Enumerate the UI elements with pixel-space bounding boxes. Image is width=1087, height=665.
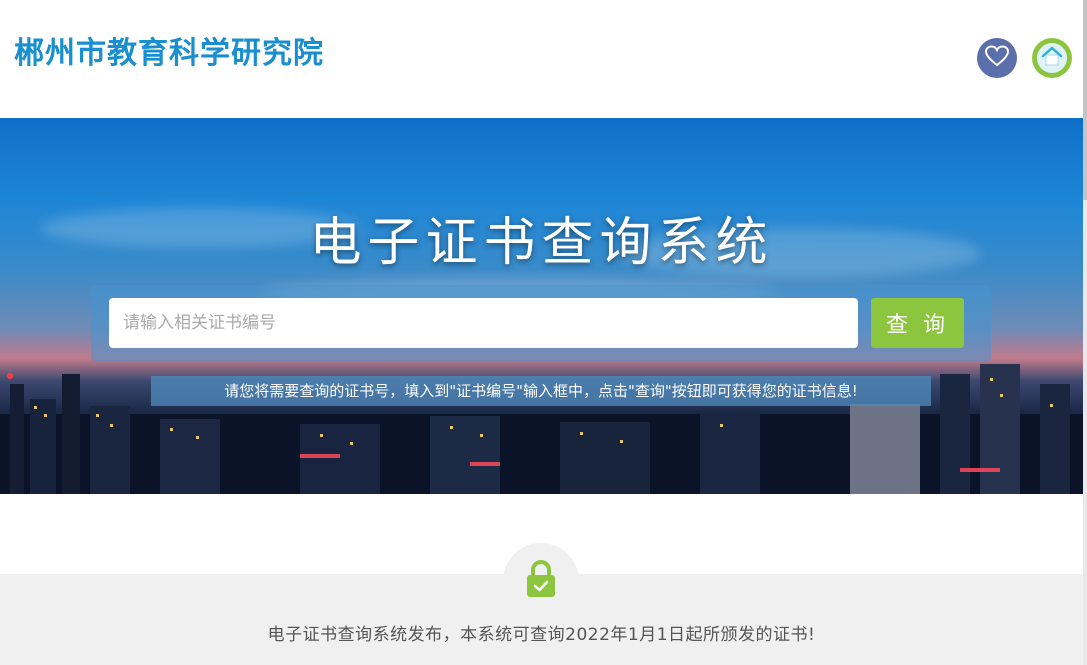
search-panel: 查 询	[91, 285, 991, 361]
city-skyline	[0, 364, 1083, 494]
heart-icon	[984, 45, 1010, 71]
page: 郴州市教育科学研究院 电子证书查询系统 请输入相关证书编号 查 询 请您将需要查…	[0, 0, 1087, 665]
home-icon-bg	[1037, 43, 1067, 73]
notice-text: 电子证书查询系统发布，本系统可查询2022年1月1日起所颁发的证书!	[267, 625, 816, 645]
lock-icon	[524, 559, 558, 603]
banner: 电子证书查询系统 查 询 请您将需要查询的证书号，填入到"证书编号"输入框中，点…	[0, 118, 1083, 494]
certificate-number-input[interactable]	[109, 298, 858, 348]
home-icon	[1041, 46, 1063, 70]
query-button[interactable]: 查 询	[871, 298, 964, 348]
search-hint: 请您将需要查询的证书号，填入到"证书编号"输入框中，点击"查询"按钮即可获得您的…	[151, 376, 931, 406]
scrollbar[interactable]	[1083, 0, 1087, 665]
lock-badge	[503, 543, 579, 619]
scrollbar-thumb[interactable]	[1083, 0, 1087, 200]
header: 郴州市教育科学研究院	[0, 0, 1083, 118]
site-title[interactable]: 郴州市教育科学研究院	[14, 28, 324, 72]
favorite-button[interactable]	[977, 38, 1017, 78]
home-button[interactable]	[1032, 38, 1072, 78]
banner-title: 电子证书查询系统	[309, 213, 774, 273]
